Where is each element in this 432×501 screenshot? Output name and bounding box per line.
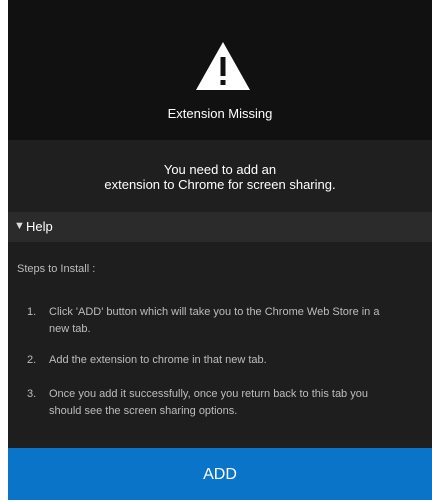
step-number: 1. (27, 306, 37, 318)
step-number: 3. (27, 388, 37, 400)
warning-icon (196, 42, 250, 90)
triangle-down-icon: ▼ (14, 220, 25, 232)
message-line-2: extension to Chrome for screen sharing. (104, 177, 336, 192)
help-panel: Steps to Install : 1. Click 'ADD' button… (8, 242, 432, 440)
dialog-message: You need to add an extension to Chrome f… (8, 162, 432, 192)
step-text: Add the extension to chrome in that new … (49, 354, 267, 366)
help-toggle[interactable]: ▼ Help (8, 212, 432, 242)
help-label: Help (26, 219, 53, 234)
dialog-title: Extension Missing (167, 106, 273, 121)
add-button[interactable]: ADD (8, 448, 432, 500)
message-line-1: You need to add an (163, 162, 277, 177)
step-text: Once you add it successfully, once you r… (49, 388, 368, 417)
step-text: Click 'ADD' button which will take you t… (49, 306, 380, 335)
extension-missing-dialog: Extension Missing You need to add an ext… (8, 0, 432, 500)
step-number: 2. (27, 354, 37, 366)
steps-title: Steps to Install : (17, 263, 96, 275)
dialog-header: Extension Missing (8, 0, 432, 140)
